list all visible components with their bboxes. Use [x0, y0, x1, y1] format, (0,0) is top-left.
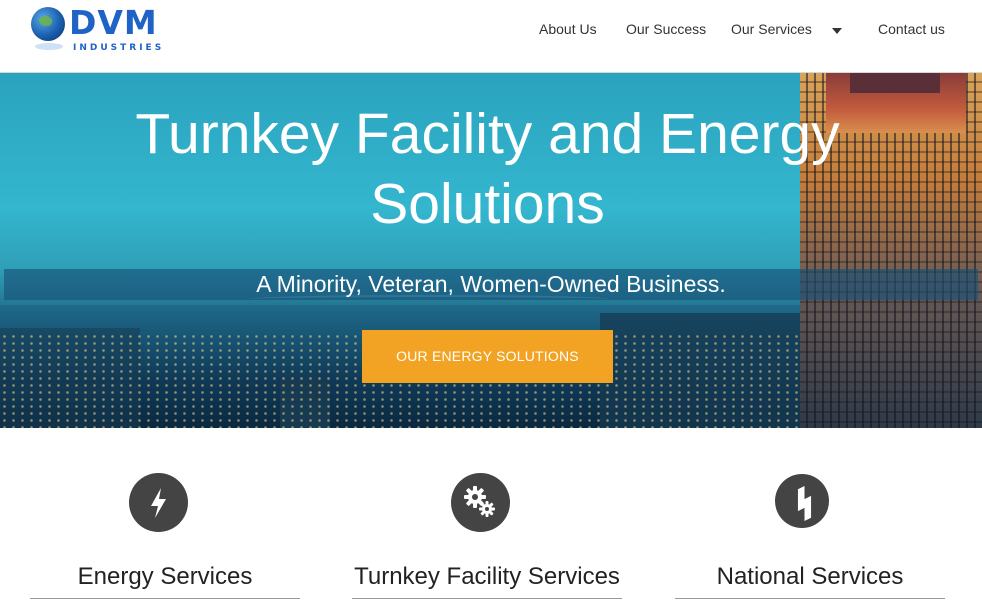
hero-banner: Turnkey Facility and Energy Solutions A … — [0, 73, 982, 428]
globe-icon — [31, 7, 65, 41]
logo-name: DVM — [69, 3, 158, 42]
national-services-divider — [675, 598, 945, 599]
national-services-title[interactable]: National Services — [675, 561, 945, 593]
logo-shadow — [35, 43, 63, 50]
hero-tagline: A Minority, Veteran, Women-Owned Busines… — [256, 271, 726, 297]
logo-subtitle: INDUSTRIES — [73, 43, 165, 53]
company-logo[interactable]: DVM INDUSTRIES — [31, 3, 176, 55]
site-header: DVM INDUSTRIES About Us Our Success Our … — [0, 0, 982, 73]
nav-contact-us[interactable]: Contact us — [878, 21, 945, 41]
energy-services-title[interactable]: Energy Services — [30, 561, 300, 593]
caret-down-icon[interactable] — [832, 28, 842, 34]
lightning-bolt-icon[interactable] — [129, 473, 188, 532]
nav-about-us[interactable]: About Us — [539, 21, 597, 41]
turnkey-services-divider — [352, 598, 622, 599]
energy-services-divider — [30, 598, 300, 599]
houzz-logo-icon[interactable] — [775, 474, 829, 528]
hero-title: Turnkey Facility and Energy Solutions — [135, 102, 840, 236]
energy-solutions-button[interactable]: OUR ENERGY SOLUTIONS — [362, 330, 613, 383]
nav-our-success[interactable]: Our Success — [626, 21, 706, 41]
nav-our-services[interactable]: Our Services — [731, 21, 812, 41]
gears-icon[interactable] — [451, 473, 510, 532]
hero-skyscraper-spire — [850, 73, 940, 93]
turnkey-facility-services-title[interactable]: Turnkey Facility Services — [352, 561, 622, 593]
